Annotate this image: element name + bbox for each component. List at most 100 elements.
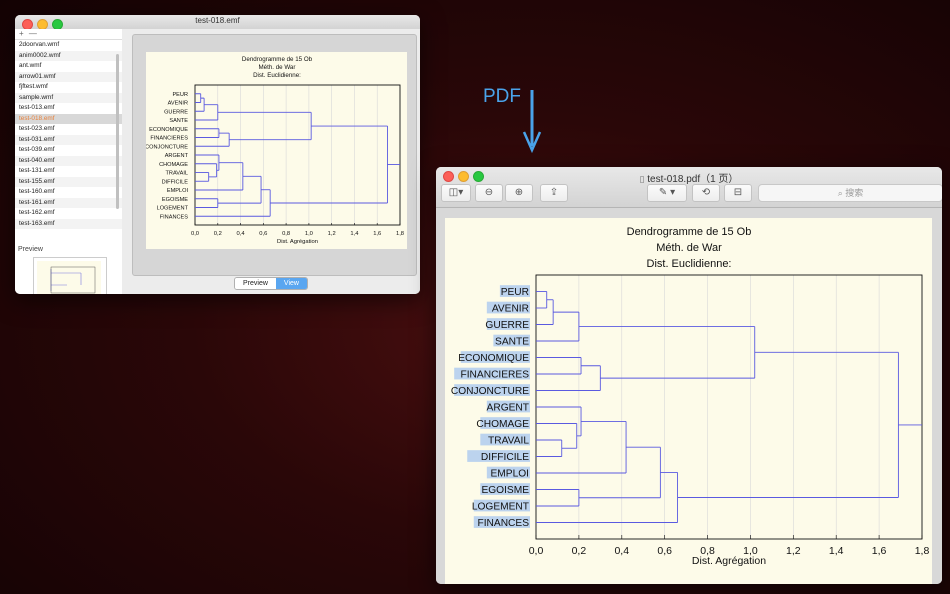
pdf-label: PDF (483, 86, 521, 107)
file-list-item[interactable]: test-013.emf (15, 103, 122, 114)
leaf-label: AVENIR (492, 304, 529, 315)
leaf-label: CHOMAGE (476, 419, 529, 430)
leaf-label: CONJONCTURE (451, 386, 529, 397)
x-tick-label: 0,6 (657, 545, 672, 557)
x-tick-label: 1,8 (396, 231, 404, 237)
markup-icon: ✎ ▾ (658, 187, 676, 198)
plot-area (194, 84, 401, 226)
search-icon: ⌕ (837, 188, 843, 198)
document-icon: ▯ (639, 174, 645, 184)
file-list-item[interactable]: test-160.emf (15, 187, 122, 198)
titlebar[interactable]: ▯ test-018.pdf（1 页） ◫▾ ⊖ ⊕ ⇪ ✎ ▾ ⟲ ⊟ ⌕ 搜… (436, 167, 942, 208)
share-button[interactable]: ⇪ (540, 184, 568, 202)
x-tick-label: 0,6 (259, 231, 267, 237)
zoom-in-button[interactable]: ⊕ (505, 184, 533, 202)
zoom-in-icon: ⊕ (514, 187, 524, 198)
toolbox-button[interactable]: ⊟ (724, 184, 752, 202)
leaf-label: ECONOMIQUE (149, 127, 188, 133)
file-list-item[interactable]: 2doorvan.wmf (15, 40, 122, 51)
file-list-item[interactable]: anim0002.wmf (15, 50, 122, 61)
sidebar-icon: ◫▾ (448, 187, 464, 198)
remove-file-button[interactable]: — (29, 29, 37, 38)
chart-title-line: Dist. Euclidienne: (647, 258, 732, 270)
leaf-label: EMPLOI (491, 469, 530, 480)
sidebar-scrollbar[interactable] (116, 54, 119, 209)
x-tick-label: 0,2 (214, 231, 222, 237)
emf-document: Dendrogramme de 15 Ob Méth. de War Dist. E… (145, 52, 407, 249)
leaf-label: EGOISME (162, 197, 188, 203)
share-icon: ⇪ (549, 187, 559, 198)
file-list-item[interactable]: ant.wmf (15, 61, 122, 72)
window-title: test-018.emf (195, 16, 240, 25)
x-tick-label: 0,8 (282, 231, 290, 237)
leaf-label: LOGEMENT (157, 206, 189, 212)
leaf-label: TRAVAIL (166, 171, 188, 177)
pdf-viewport[interactable]: Dendrogramme de 15 Ob Méth. de War Dist. E… (436, 208, 942, 584)
file-list-item[interactable]: test-023.emf (15, 124, 122, 135)
leaf-label: CONJONCTURE (146, 144, 188, 150)
x-tick-label: 0,2 (572, 545, 587, 557)
leaf-label: ARGENT (487, 403, 529, 414)
content-area: Dendrogramme de 15 Ob Méth. de War Dist. E… (122, 29, 420, 294)
leaf-label: EGOISME (481, 485, 529, 496)
search-placeholder: 搜索 (845, 188, 864, 198)
dendrogram-small: Dendrogramme de 15 ObMéth. de WarDist. E… (145, 56, 404, 245)
rotate-button[interactable]: ⟲ (692, 184, 720, 202)
leaf-label: TRAVAIL (488, 436, 529, 447)
zoom-out-button[interactable]: ⊖ (475, 184, 503, 202)
file-list-item[interactable]: test-018.emf (15, 113, 122, 124)
preview-segment[interactable]: Preview (235, 278, 276, 289)
x-tick-label: 1,2 (786, 545, 801, 557)
file-list-item[interactable]: fjftest.wmf (15, 82, 122, 93)
chart-title-line: Dist. Euclidienne: (253, 72, 301, 79)
file-list-item[interactable]: test-163.emf (15, 218, 122, 229)
leaf-label: PEUR (501, 287, 529, 298)
file-list-item[interactable]: test-039.emf (15, 145, 122, 156)
leaf-label: EMPLOI (167, 188, 189, 194)
document-canvas: Dendrogramme de 15 Ob Méth. de War Dist. E… (132, 34, 417, 276)
x-axis-label: Dist. Agrégation (692, 555, 766, 567)
plot-area (535, 274, 923, 540)
file-list-item[interactable]: test-161.emf (15, 197, 122, 208)
chart-title-line: Dendrogramme de 15 Ob (242, 56, 313, 63)
titlebar[interactable]: test-018.emf (15, 15, 420, 30)
file-list-item[interactable]: test-040.emf (15, 155, 122, 166)
file-list-item[interactable]: arrow01.wmf (15, 71, 122, 82)
x-tick-label: 1,4 (829, 545, 844, 557)
add-file-button[interactable]: + (19, 29, 24, 38)
file-list-item[interactable]: test-031.emf (15, 134, 122, 145)
x-tick-label: 0,0 (191, 231, 199, 237)
markup-button[interactable]: ✎ ▾ (647, 184, 687, 202)
pdf-page: Dendrogramme de 15 Ob Méth. de War Dist. E… (445, 218, 932, 584)
leaf-label: FINANCIERES (461, 370, 530, 381)
x-tick-label: 1,2 (328, 231, 336, 237)
toolbox-icon: ⊟ (733, 187, 743, 198)
emf-viewer-window: test-018.emf + — 2doorvan.wmf anim0002.wm… (15, 15, 420, 294)
view-segment[interactable]: View (275, 278, 307, 289)
view-mode-control: Preview View (234, 277, 308, 290)
leaf-label: GUERRE (164, 109, 188, 115)
file-list-item[interactable]: test-155.emf (15, 176, 122, 187)
leaf-label: ARGENT (165, 153, 189, 159)
leaf-label: DIFFICILE (481, 452, 529, 463)
zoom-out-icon: ⊖ (484, 187, 494, 198)
preview-thumbnail[interactable] (33, 257, 107, 294)
x-tick-label: 1,6 (872, 545, 887, 557)
leaf-label: SANTE (169, 118, 188, 124)
rotate-icon: ⟲ (701, 187, 711, 198)
chart-title-line: Dendrogramme de 15 Ob (627, 226, 752, 238)
file-list-item[interactable]: sample.wmf (15, 92, 122, 103)
chart-title-line: Méth. de War (656, 242, 722, 254)
leaf-label: SANTE (495, 337, 529, 348)
leaf-label: AVENIR (168, 101, 188, 107)
file-sidebar: + — 2doorvan.wmf anim0002.wmf ant.wmf arrow… (15, 29, 123, 294)
leaf-label: FINANCES (477, 518, 529, 529)
file-list-item[interactable]: test-162.emf (15, 208, 122, 219)
leaf-label: PEUR (172, 92, 188, 98)
search-field[interactable]: ⌕ 搜索 (758, 184, 942, 202)
x-tick-label: 1,8 (915, 545, 930, 557)
thumbnail-graphic (50, 266, 96, 294)
x-tick-label: 1,4 (350, 231, 359, 237)
sidebar-toggle-button[interactable]: ◫▾ (441, 184, 471, 202)
file-list-item[interactable]: test-131.emf (15, 166, 122, 177)
